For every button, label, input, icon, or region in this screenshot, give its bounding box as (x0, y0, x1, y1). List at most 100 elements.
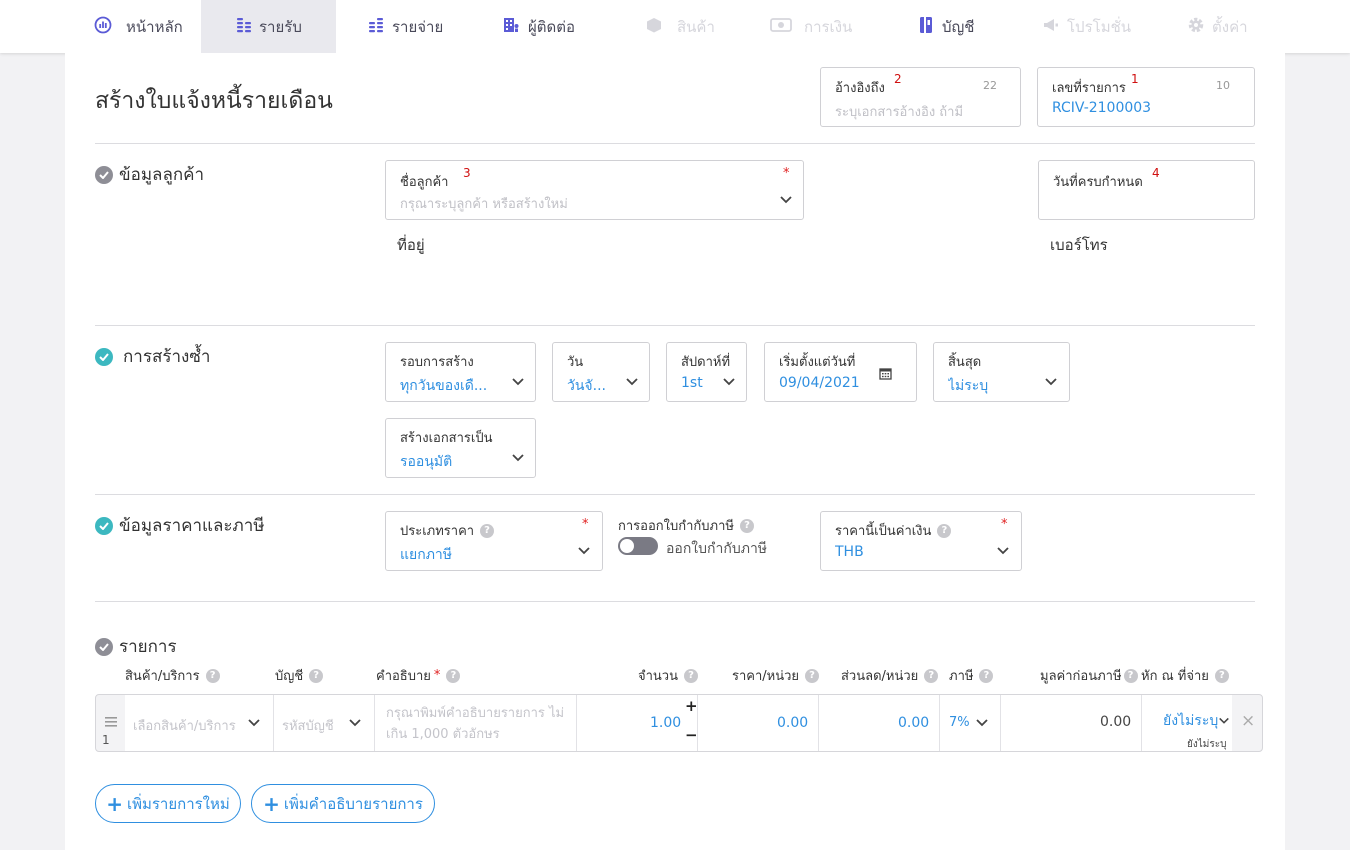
recurrence-cycle-label: รอบการสร้าง (400, 355, 474, 370)
tax-select[interactable]: 7% (940, 695, 1001, 751)
recurrence-day-label: วัน (567, 355, 584, 370)
customer-name-field[interactable]: ชื่อลูกค้า 3 * กรุณาระบุลูกค้า หรือสร้าง… (385, 160, 804, 220)
dashboard-icon (92, 14, 114, 36)
help-icon[interactable]: ? (1123, 668, 1138, 683)
help-icon[interactable]: ? (684, 668, 698, 683)
required-mark: * (783, 166, 790, 181)
nav-item-products[interactable]: สินค้า (643, 0, 753, 53)
currency-select[interactable]: ราคานี้เป็นค่าเงิน? * THB (820, 511, 1022, 571)
recurrence-week-value: 1st (681, 375, 703, 391)
column-header-product: สินค้า/บริการ? (125, 665, 220, 686)
help-icon[interactable]: ? (805, 668, 820, 683)
unit-price-value: 0.00 (777, 715, 809, 731)
chevron-down-icon[interactable] (779, 195, 793, 205)
product-select[interactable]: เลือกสินค้า/บริการ (125, 695, 274, 751)
chevron-down-icon (997, 547, 1009, 555)
help-icon[interactable]: ? (480, 523, 495, 538)
document-number-value: RCIV-2100003 (1052, 100, 1152, 116)
due-date-field[interactable]: วันที่ครบกำหนด 4 (1038, 160, 1255, 220)
nav-label: รายจ่าย (392, 17, 444, 36)
column-header-pretax: มูลค่าก่อนภาษี? (1040, 665, 1138, 686)
customer-name-label: ชื่อลูกค้า (400, 175, 449, 190)
column-header-description: คำอธิบาย *? (376, 665, 461, 686)
nav-item-dashboard[interactable]: หน้าหลัก (92, 0, 202, 53)
increment-button[interactable]: + (685, 697, 698, 715)
help-icon[interactable]: ? (739, 518, 754, 533)
nav-label: การเงิน (804, 17, 853, 36)
recurrence-day-value: วันจั... (567, 378, 606, 394)
nav-item-expense[interactable]: รายจ่าย (365, 0, 475, 53)
nav-item-income[interactable]: รายรับ (201, 0, 336, 53)
decrement-button[interactable]: − (685, 726, 698, 744)
section-title-text: ข้อมูลลูกค้า (119, 165, 205, 185)
add-description-button[interactable]: + เพิ่มคำอธิบายรายการ (251, 784, 435, 823)
nav-label: รายรับ (259, 17, 302, 36)
recurrence-start-value: 09/04/2021 (779, 375, 860, 391)
recurrence-week-select[interactable]: สัปดาห์ที่ 1st (666, 342, 747, 402)
add-item-button[interactable]: + เพิ่มรายการใหม่ (95, 784, 241, 823)
nav-item-settings[interactable]: ตั้งค่า (1185, 0, 1275, 53)
column-header-withholding: หัก ณ ที่จ่าย? (1141, 665, 1229, 686)
gear-icon (1185, 14, 1207, 36)
chevron-down-icon (512, 454, 524, 462)
account-placeholder: รหัสบัญชี (282, 719, 334, 734)
reference-char-count: 22 (983, 79, 997, 92)
recurrence-cycle-value: ทุกวันของเดื... (400, 378, 488, 394)
section-recurrence-title: การสร้างซ้ำ (95, 343, 210, 370)
help-icon[interactable]: ? (924, 668, 939, 683)
create-as-value: รออนุมัติ (400, 454, 453, 470)
help-icon[interactable]: ? (1214, 668, 1229, 683)
divider (95, 325, 1255, 326)
section-items-title: รายการ (95, 633, 177, 660)
price-type-select[interactable]: ประเภทราคา? * แยกภาษี (385, 511, 603, 571)
nav-label: ตั้งค่า (1212, 17, 1248, 36)
nav-item-contacts[interactable]: ผู้ติดต่อ (500, 0, 610, 53)
nav-item-promotions[interactable]: โปรโมชั่น (1040, 0, 1150, 53)
recurrence-day-select[interactable]: วัน วันจั... (552, 342, 650, 402)
recurrence-start-date-field[interactable]: เริ่มตั้งแต่วันที่ 09/04/2021 (764, 342, 917, 402)
nav-item-accounting[interactable]: บัญชี (915, 0, 1005, 53)
tax-invoice-label: การออกใบกำกับภาษี? (618, 515, 754, 536)
column-header-account: บัญชี? (275, 665, 324, 686)
drag-handle-icon[interactable] (105, 717, 117, 727)
quantity-stepper[interactable]: 1.00 + − (577, 695, 698, 751)
chevron-down-icon (512, 378, 524, 386)
help-icon[interactable]: ? (937, 523, 952, 538)
check-circle-icon (95, 637, 113, 656)
help-icon[interactable]: ? (309, 668, 324, 683)
help-icon[interactable]: ? (205, 668, 220, 683)
quantity-value: 1.00 (650, 715, 682, 731)
divider (95, 601, 1255, 602)
tax-value: 7% (949, 715, 970, 730)
required-mark: * (1001, 517, 1008, 532)
description-placeholder-line2: เกิน 1,000 ตัวอักษร (386, 727, 500, 742)
due-date-label: วันที่ครบกำหนด (1053, 175, 1143, 190)
create-as-select[interactable]: สร้างเอกสารเป็น รออนุมัติ (385, 418, 536, 478)
account-select[interactable]: รหัสบัญชี (274, 695, 375, 751)
tax-invoice-toggle[interactable] (618, 537, 658, 555)
tax-invoice-toggle-text: ออกใบกำกับภาษี (666, 541, 768, 557)
reference-field[interactable]: อ้างอิงถึง 2 22 ระบุเอกสารอ้างอิง ถ้ามี (820, 67, 1021, 127)
withholding-select[interactable]: ยังไม่ระบุ ยังไม่ระบุ (1142, 695, 1232, 751)
column-header-unit-price: ราคา/หน่วย? (732, 665, 820, 686)
description-input[interactable]: กรุณาพิมพ์คำอธิบายรายการ ไม่ เกิน 1,000 … (375, 695, 577, 751)
page-title: สร้างใบแจ้งหนี้รายเดือน (95, 88, 333, 114)
unit-price-input[interactable]: 0.00 (698, 695, 819, 751)
document-number-badge: 1 (1131, 72, 1139, 86)
recurrence-start-label: เริ่มตั้งแต่วันที่ (779, 355, 856, 370)
chevron-down-icon (248, 719, 260, 727)
nav-label: สินค้า (677, 17, 715, 36)
document-number-field[interactable]: เลขที่รายการ 1 10 RCIV-2100003 (1037, 67, 1255, 127)
calendar-icon[interactable] (879, 367, 892, 380)
nav-item-finance[interactable]: การเงิน (770, 0, 880, 53)
help-icon[interactable]: ? (979, 668, 994, 683)
building-icon (500, 14, 522, 36)
discount-input[interactable]: 0.00 (819, 695, 940, 751)
remove-row-button[interactable]: × (1241, 711, 1255, 731)
pretax-amount: 0.00 (1001, 695, 1142, 751)
nav-label: ผู้ติดต่อ (528, 17, 576, 36)
recurrence-cycle-select[interactable]: รอบการสร้าง ทุกวันของเดื... (385, 342, 536, 402)
required-mark: * (582, 517, 589, 532)
help-icon[interactable]: ? (446, 668, 461, 683)
recurrence-end-select[interactable]: สิ้นสุด ไม่ระบุ (933, 342, 1070, 402)
